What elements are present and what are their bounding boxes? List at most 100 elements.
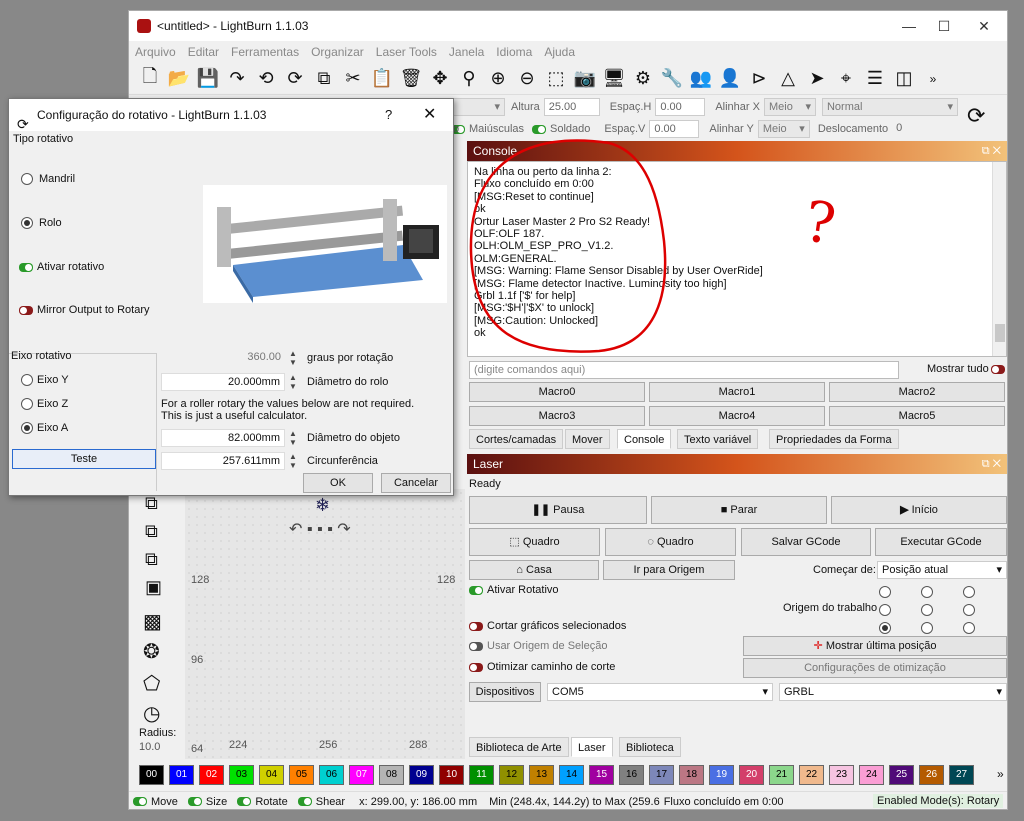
group-icon[interactable]: ⧉: [145, 493, 158, 514]
new-file-icon[interactable]: 🗋: [137, 66, 163, 92]
palette-swatch[interactable]: 05: [289, 765, 314, 785]
dock-icon[interactable]: ◫: [891, 66, 917, 92]
device-type-combo[interactable]: GRBL: [779, 683, 1007, 701]
palette-swatch[interactable]: 13: [529, 765, 554, 785]
palette-swatch[interactable]: 06: [319, 765, 344, 785]
help-button[interactable]: ?: [385, 99, 392, 131]
boolean-icon[interactable]: ▣: [145, 577, 162, 598]
align-x-combo[interactable]: Meio: [763, 98, 816, 116]
paste-icon[interactable]: 📋: [369, 66, 395, 92]
degrees-per-rotation-input[interactable]: 360.00: [161, 349, 285, 367]
macro0-button[interactable]: Macro0: [469, 382, 645, 402]
palette-swatch[interactable]: 01: [169, 765, 194, 785]
enable-rotary-dialog-toggle[interactable]: [19, 262, 33, 272]
zoom-out-icon[interactable]: ⊖: [514, 66, 540, 92]
circumference-input[interactable]: 257.611mm: [161, 452, 285, 470]
palette-swatch[interactable]: 08: [379, 765, 404, 785]
stop-button[interactable]: ■ Parar: [651, 496, 827, 524]
palette-swatch[interactable]: 24: [859, 765, 884, 785]
optimize-path-row[interactable]: Otimizar caminho de corte: [469, 661, 615, 673]
shear-toggle[interactable]: [297, 797, 312, 806]
go-to-origin-button[interactable]: Ir para Origem: [603, 560, 735, 580]
mirror-output-row[interactable]: Mirror Output to Rotary: [19, 304, 149, 316]
palette-swatch[interactable]: 15: [589, 765, 614, 785]
close-icon[interactable]: ✕: [964, 15, 1004, 37]
text-mode-combo[interactable]: Normal: [821, 98, 958, 116]
workspace-canvas[interactable]: 128 128 96 64 224 256 288 ❄ ↶ ▪ ▪ ▪ ↷: [185, 489, 465, 759]
palette-swatch[interactable]: 11: [469, 765, 494, 785]
palette-overflow-icon[interactable]: »: [997, 767, 1004, 781]
tab-art-library[interactable]: Biblioteca de Arte: [469, 737, 569, 757]
palette-swatch[interactable]: 10: [439, 765, 464, 785]
redo-icon[interactable]: ⟳: [282, 66, 308, 92]
tab-console[interactable]: Console: [617, 429, 672, 449]
chuck-radio[interactable]: [21, 173, 33, 185]
circular-array-icon[interactable]: ❂: [143, 639, 160, 664]
axis-a-radio[interactable]: [21, 422, 33, 434]
home-button[interactable]: ⌂ Casa: [469, 560, 599, 580]
port-combo[interactable]: COM5: [547, 683, 773, 701]
maximize-icon[interactable]: ☐: [924, 15, 964, 37]
minimize-icon[interactable]: —: [889, 15, 929, 37]
palette-swatch[interactable]: 18: [679, 765, 704, 785]
cancel-button[interactable]: Cancelar: [381, 473, 451, 493]
tab-variable-text[interactable]: Texto variável: [677, 429, 759, 449]
ungroup-icon[interactable]: ⧉: [145, 521, 158, 542]
tools-icon[interactable]: 🔧: [659, 66, 685, 92]
job-origin-radio[interactable]: [921, 604, 933, 616]
tab-shape-properties[interactable]: Propriedades da Forma: [769, 429, 899, 449]
mirror-output-toggle[interactable]: [19, 305, 33, 315]
palette-swatch[interactable]: 14: [559, 765, 584, 785]
job-origin-radio[interactable]: [921, 622, 933, 634]
macro2-button[interactable]: Macro2: [829, 382, 1005, 402]
tab-move[interactable]: Mover: [565, 429, 610, 449]
palette-swatch[interactable]: 02: [199, 765, 224, 785]
polygon-icon[interactable]: ⬠: [143, 671, 160, 696]
laser-panel-float-close-icon[interactable]: ⧉ ✕: [982, 454, 1001, 474]
axis-z-radio[interactable]: [21, 398, 33, 410]
enable-rotary-toggle[interactable]: [469, 585, 483, 595]
cut-selected-toggle[interactable]: [469, 621, 483, 631]
dialog-close-icon[interactable]: ✕: [423, 99, 436, 131]
hspace-input[interactable]: 0.00: [655, 98, 706, 116]
macro3-button[interactable]: Macro3: [469, 406, 645, 426]
save-gcode-button[interactable]: Salvar GCode: [741, 528, 871, 556]
show-last-position-button[interactable]: ✛ Mostrar última posição: [743, 636, 1007, 656]
devices-button[interactable]: Dispositivos: [469, 682, 541, 702]
overflow-icon[interactable]: »: [920, 66, 946, 92]
console-scrollbar[interactable]: [992, 162, 1006, 356]
pause-button[interactable]: ❚❚ Pausa: [469, 496, 647, 524]
align-icon[interactable]: ⊳: [746, 66, 772, 92]
menu-organizar[interactable]: Organizar: [311, 45, 364, 59]
optimization-settings-button[interactable]: Configurações de otimização: [743, 658, 1007, 678]
palette-swatch[interactable]: 17: [649, 765, 674, 785]
job-origin-radio[interactable]: [921, 586, 933, 598]
use-selection-origin-toggle[interactable]: [469, 641, 483, 651]
job-origin-radio[interactable]: [879, 622, 891, 634]
rotate-handles-icon[interactable]: ↶ ▪ ▪ ▪ ↷: [289, 519, 351, 539]
menu-arquivo[interactable]: Arquivo: [135, 45, 176, 59]
palette-swatch[interactable]: 22: [799, 765, 824, 785]
job-origin-radio[interactable]: [963, 586, 975, 598]
grid-array-icon[interactable]: ▩: [143, 609, 162, 634]
font-combo[interactable]: [449, 98, 505, 116]
start-button[interactable]: ▶ Início: [831, 496, 1007, 524]
menu-editar[interactable]: Editar: [188, 45, 219, 59]
palette-swatch[interactable]: 25: [889, 765, 914, 785]
offset-input[interactable]: 0: [892, 120, 952, 138]
monitor-icon[interactable]: 🖥: [601, 66, 627, 92]
zoom-in-icon[interactable]: ⊕: [485, 66, 511, 92]
palette-swatch[interactable]: 16: [619, 765, 644, 785]
undo-icon[interactable]: ⟲: [253, 66, 279, 92]
show-all-toggle[interactable]: [991, 363, 1007, 375]
camera-icon[interactable]: 📷: [572, 66, 598, 92]
roller-radio[interactable]: [21, 217, 33, 229]
size-toggle[interactable]: [187, 797, 202, 806]
move-icon[interactable]: ✥: [427, 66, 453, 92]
settings-gears-icon[interactable]: ⚙: [630, 66, 656, 92]
job-origin-radio[interactable]: [963, 622, 975, 634]
menu-ajuda[interactable]: Ajuda: [544, 45, 575, 59]
axis-y-radio[interactable]: [21, 374, 33, 386]
frame-circle-button[interactable]: ◌ Quadro: [605, 528, 736, 556]
job-origin-radio[interactable]: [879, 604, 891, 616]
